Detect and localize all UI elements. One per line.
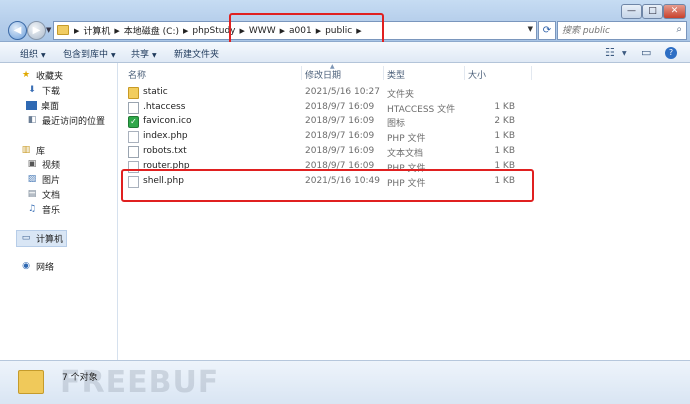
file-size: 1 KB bbox=[494, 146, 515, 156]
column-divider[interactable] bbox=[531, 66, 532, 80]
chevron-down-icon: ▼ bbox=[152, 52, 157, 59]
organize-button[interactable]: 组织 ▼ bbox=[20, 47, 46, 60]
nav-computer[interactable]: ▭ 计算机 bbox=[16, 230, 68, 247]
new-folder-button[interactable]: 新建文件夹 bbox=[174, 47, 219, 60]
search-icon[interactable]: ⌕ bbox=[676, 24, 682, 35]
file-date: 2018/9/7 16:09 bbox=[305, 116, 375, 126]
forward-button[interactable]: ▶ bbox=[27, 21, 46, 40]
ico-file-icon: ✓ bbox=[128, 116, 139, 128]
music-icon: ♫ bbox=[27, 204, 37, 214]
file-date: 2018/9/7 16:09 bbox=[305, 146, 375, 156]
file-type: 文件夹 bbox=[387, 90, 415, 100]
breadcrumb-computer[interactable]: 计算机 bbox=[83, 24, 110, 37]
minimize-button[interactable]: — bbox=[621, 4, 642, 19]
file-type: 图标 bbox=[387, 119, 406, 129]
desktop-icon bbox=[26, 101, 37, 110]
file-row[interactable]: ✓ favicon.ico 2018/9/7 16:09 图标 2 KB bbox=[122, 115, 522, 129]
file-size: 1 KB bbox=[494, 131, 515, 141]
refresh-button[interactable]: ⟳ bbox=[538, 21, 556, 40]
recent-pages-dropdown-icon[interactable]: ▼ bbox=[46, 26, 51, 34]
chevron-down-icon[interactable]: ▼ bbox=[622, 50, 627, 57]
nav-music[interactable]: ♫ 音乐 bbox=[26, 203, 60, 216]
file-highlight-box bbox=[121, 169, 534, 202]
column-divider[interactable] bbox=[301, 66, 302, 80]
download-icon: ⬇ bbox=[28, 85, 36, 95]
file-type: 文本文档 bbox=[387, 149, 424, 159]
file-date: 2018/9/7 16:09 bbox=[305, 102, 375, 112]
file-size: 2 KB bbox=[494, 116, 515, 126]
folder-icon bbox=[128, 87, 139, 99]
file-type: HTACCESS 文件 bbox=[387, 105, 456, 115]
nav-desktop[interactable]: 桌面 bbox=[26, 99, 59, 112]
share-button[interactable]: 共享 ▼ bbox=[131, 47, 157, 60]
nav-downloads[interactable]: ⬇ 下载 bbox=[26, 84, 60, 97]
back-button[interactable]: ◀ bbox=[8, 21, 27, 40]
file-name: .htaccess bbox=[143, 102, 186, 112]
help-icon[interactable]: ? bbox=[665, 47, 677, 59]
chevron-right-icon[interactable]: ▶ bbox=[74, 27, 79, 35]
file-row[interactable]: static 2021/5/16 10:27 文件夹 bbox=[122, 86, 522, 100]
view-options-icon[interactable]: ☷ bbox=[605, 46, 615, 59]
nav-favorites[interactable]: ★ 收藏夹 bbox=[20, 69, 63, 82]
chevron-down-icon: ▼ bbox=[41, 52, 46, 59]
column-header: ▲ 名称 修改日期 类型 大小 bbox=[119, 63, 690, 83]
file-name: favicon.ico bbox=[143, 116, 192, 126]
folder-icon bbox=[57, 25, 69, 35]
preview-pane-icon[interactable]: ▭ bbox=[641, 46, 651, 59]
video-icon: ▣ bbox=[27, 159, 37, 169]
column-name[interactable]: 名称 bbox=[128, 68, 146, 81]
document-icon bbox=[128, 102, 139, 114]
file-date: 2021/5/16 10:27 bbox=[305, 87, 380, 97]
file-row[interactable]: robots.txt 2018/9/7 16:09 文本文档 1 KB bbox=[122, 145, 522, 159]
details-pane: FREEBUF 7 个对象 bbox=[0, 360, 690, 404]
document-icon: ▤ bbox=[27, 189, 37, 199]
navigation-pane: ★ 收藏夹 ⬇ 下载 桌面 ◧ 最近访问的位置 ▥ 库 ▣ 视频 ▨ 图片 ▤ 文档 ♫ 音乐 … bbox=[0, 63, 118, 360]
file-row[interactable]: index.php 2018/9/7 16:09 PHP 文件 1 KB bbox=[122, 130, 522, 144]
close-button[interactable]: ✕ bbox=[663, 4, 686, 19]
include-in-library-button[interactable]: 包含到库中 ▼ bbox=[63, 47, 116, 60]
nav-pictures[interactable]: ▨ 图片 bbox=[26, 173, 60, 186]
file-date: 2018/9/7 16:09 bbox=[305, 131, 375, 141]
computer-icon: ▭ bbox=[21, 233, 31, 243]
search-input[interactable] bbox=[562, 22, 670, 39]
command-bar: 组织 ▼ 包含到库中 ▼ 共享 ▼ 新建文件夹 ☷ ▼ ▭ ? bbox=[0, 42, 690, 63]
chevron-right-icon[interactable]: ▶ bbox=[183, 27, 188, 35]
nav-recent[interactable]: ◧ 最近访问的位置 bbox=[26, 114, 105, 127]
column-divider[interactable] bbox=[383, 66, 384, 80]
file-size: 1 KB bbox=[494, 102, 515, 112]
php-file-icon bbox=[128, 131, 139, 143]
file-name: robots.txt bbox=[143, 146, 187, 156]
folder-icon bbox=[18, 370, 44, 394]
nav-documents[interactable]: ▤ 文档 bbox=[26, 188, 60, 201]
document-icon bbox=[128, 146, 139, 158]
maximize-button[interactable]: □ bbox=[642, 4, 663, 19]
column-size[interactable]: 大小 bbox=[468, 68, 486, 81]
file-row[interactable]: .htaccess 2018/9/7 16:09 HTACCESS 文件 1 K… bbox=[122, 101, 522, 115]
column-type[interactable]: 类型 bbox=[387, 68, 405, 81]
library-icon: ▥ bbox=[21, 145, 31, 155]
nav-network[interactable]: ◉ 网络 bbox=[20, 260, 54, 273]
chevron-down-icon: ▼ bbox=[111, 52, 116, 59]
star-icon: ★ bbox=[21, 70, 31, 80]
breadcrumb-local-disk[interactable]: 本地磁盘 (C:) bbox=[124, 24, 179, 37]
column-divider[interactable] bbox=[464, 66, 465, 80]
nav-libraries[interactable]: ▥ 库 bbox=[20, 144, 45, 157]
file-name: index.php bbox=[143, 131, 188, 141]
nav-videos[interactable]: ▣ 视频 bbox=[26, 158, 60, 171]
recent-places-icon: ◧ bbox=[27, 115, 37, 125]
column-date[interactable]: 修改日期 bbox=[305, 68, 341, 81]
address-dropdown-icon[interactable]: ▼ bbox=[528, 25, 533, 33]
file-name: static bbox=[143, 87, 168, 97]
file-type: PHP 文件 bbox=[387, 134, 426, 144]
search-box[interactable]: ⌕ bbox=[557, 21, 687, 40]
picture-icon: ▨ bbox=[27, 174, 37, 184]
item-count: 7 个对象 bbox=[62, 373, 98, 383]
chevron-right-icon[interactable]: ▶ bbox=[114, 27, 119, 35]
network-icon: ◉ bbox=[22, 261, 30, 271]
